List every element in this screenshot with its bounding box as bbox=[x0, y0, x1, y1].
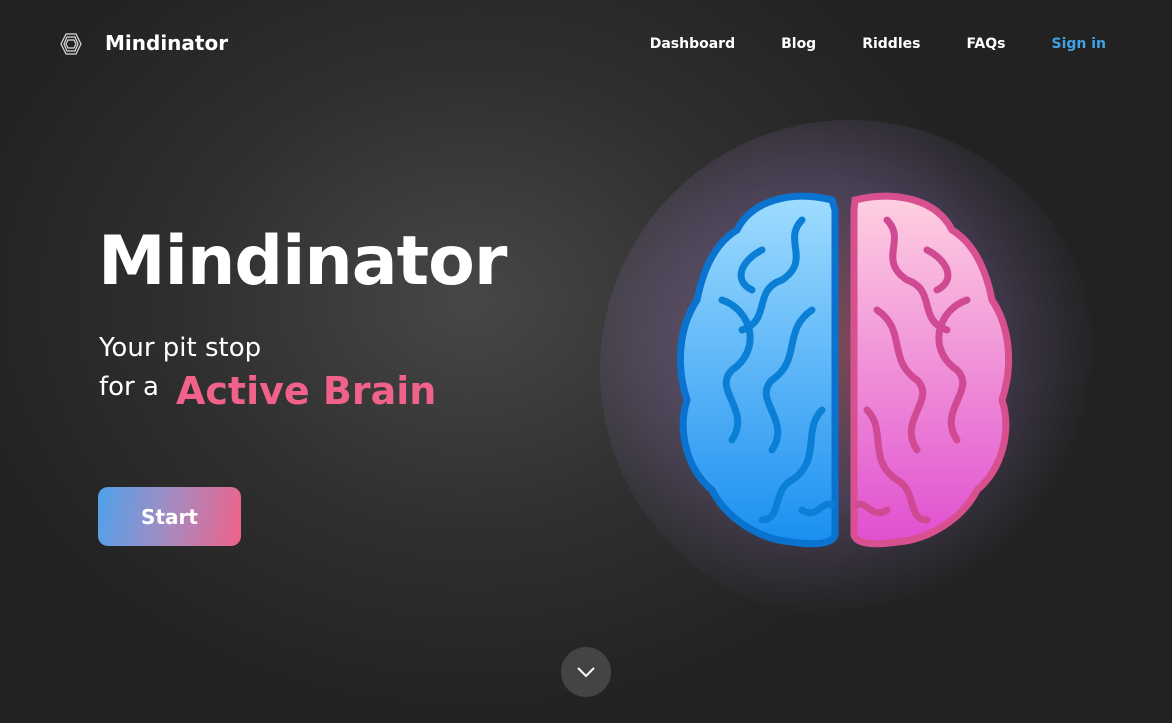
hero-accent-text: Active Brain bbox=[176, 369, 437, 413]
start-button[interactable]: Start bbox=[98, 487, 241, 546]
brand-name[interactable]: Mindinator bbox=[105, 31, 228, 55]
brain-icon bbox=[677, 192, 1012, 548]
hexagon-layers-icon[interactable] bbox=[58, 31, 84, 57]
sign-in-link[interactable]: Sign in bbox=[1051, 36, 1106, 52]
scroll-down-button[interactable] bbox=[561, 647, 611, 697]
hero-subtitle-line1: Your pit stop bbox=[99, 333, 262, 363]
chevron-down-icon bbox=[577, 667, 595, 678]
nav-link-blog[interactable]: Blog bbox=[781, 36, 816, 52]
navbar: Mindinator Dashboard Blog Riddles FAQs S… bbox=[0, 0, 1172, 88]
hero-subtitle-line2: for a bbox=[99, 372, 159, 402]
nav-link-riddles[interactable]: Riddles bbox=[862, 36, 920, 52]
nav-links: Dashboard Blog Riddles FAQs Sign in bbox=[650, 36, 1106, 52]
hero-title: Mindinator bbox=[98, 222, 507, 301]
nav-link-faqs[interactable]: FAQs bbox=[966, 36, 1005, 52]
nav-link-dashboard[interactable]: Dashboard bbox=[650, 36, 735, 52]
